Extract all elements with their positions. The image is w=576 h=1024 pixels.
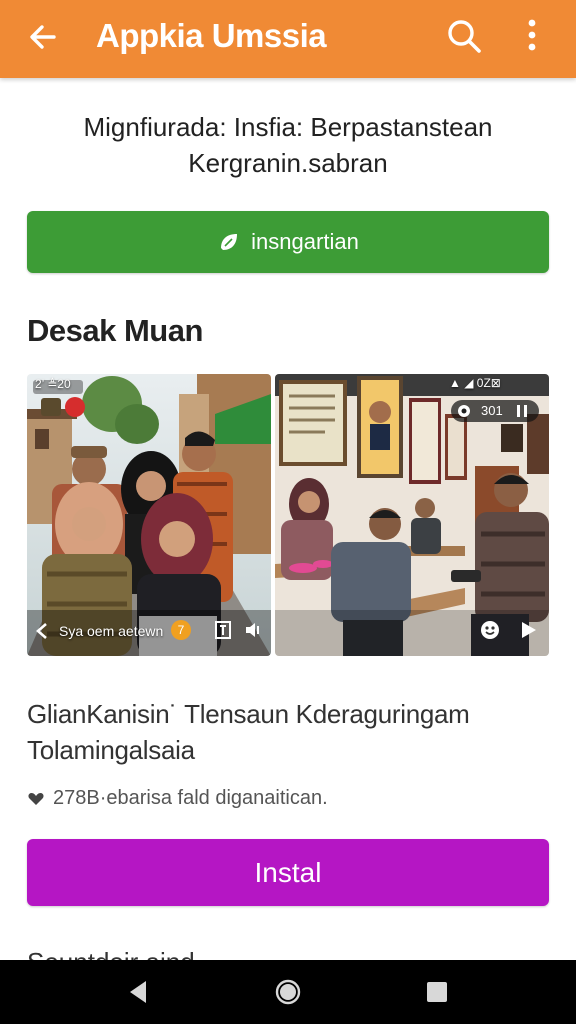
photo-gallery: 2’ ≜20 Sya oem aetewn 7 ▲ ◢ 0Z⊠ 301 [27,374,549,656]
green-button-label: insngartian [251,229,359,254]
description-line-1: GlianKanisin˙ Tlensaun Kderaguringam [27,699,470,729]
nav-home-icon[interactable] [274,977,302,1007]
group-photo-image [27,374,271,656]
play-icon[interactable] [517,619,539,641]
meta-info: 278B·ebarisa fald diganaitican. [27,787,328,810]
pause-icon[interactable] [515,404,529,418]
description-line-2: Tolamingalsaia [27,735,195,765]
app-title: Appkia Umssia [96,17,327,54]
arrow-left-icon[interactable] [24,15,68,59]
header-line-1: Mignfiurada: Insfia: Berpastanstean [83,112,493,142]
gallery-photo-right[interactable]: ▲ ◢ 0Z⊠ 301 [275,374,549,656]
nav-back-icon[interactable] [126,977,150,1007]
eye-icon [458,405,470,417]
system-nav-bar [0,960,576,1024]
left-status-time: 2’ ≜20 [35,377,71,391]
search-icon[interactable] [442,14,486,58]
header-line-2: Kergranin.sabran [188,148,388,178]
right-status: ▲ ◢ 0Z⊠ [449,376,501,390]
leaf-icon [221,234,238,250]
more-vert-icon[interactable] [514,14,550,58]
face-icon[interactable] [479,619,501,641]
document-icon[interactable] [213,620,233,640]
chevron-left-icon[interactable] [35,622,49,640]
install-button[interactable]: Instal [27,839,549,906]
volume-icon[interactable] [243,620,263,640]
view-count: 301 [481,403,503,418]
gallery-photo-left[interactable]: 2’ ≜20 Sya oem aetewn 7 [27,374,271,656]
left-count-badge: 7 [171,620,191,640]
heart-icon [28,792,44,805]
nav-recents-icon[interactable] [424,977,450,1007]
app-bar: Appkia Umssia [0,0,576,78]
view-count-pill: 301 [451,400,539,422]
section-title: Desak Muan [27,313,203,348]
green-action-button[interactable]: insngartian [27,211,549,273]
partial-section-text: Seuntdeir aind [27,944,195,960]
meta-text: 278B·ebarisa fald diganaitican. [53,787,328,809]
left-caption: Sya oem aetewn [59,623,164,639]
